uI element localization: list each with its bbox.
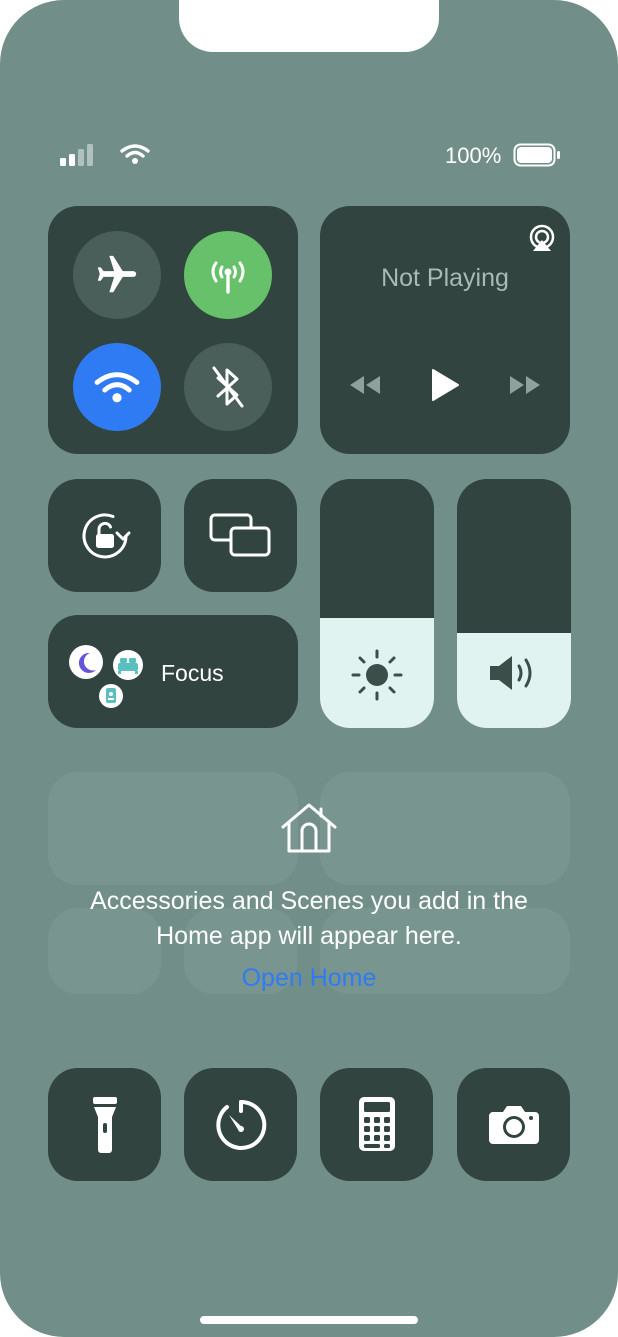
focus-modes-icon — [69, 645, 143, 708]
orientation-lock-icon — [82, 513, 131, 559]
orientation-lock-button[interactable] — [48, 479, 161, 592]
battery-percent: 100% — [445, 143, 502, 168]
cellular-signal-icon — [60, 144, 93, 166]
cellular-icon — [211, 261, 245, 294]
focus-button[interactable]: Focus — [48, 615, 298, 728]
home-placeholder-tile — [48, 772, 298, 885]
flashlight-button[interactable] — [48, 1068, 161, 1181]
fast-forward-icon[interactable] — [508, 374, 542, 396]
connectivity-module — [48, 206, 298, 454]
screen-mirroring-icon — [209, 513, 271, 557]
airplane-icon — [97, 255, 137, 293]
badge-icon — [106, 688, 116, 703]
cellular-data-button[interactable] — [184, 231, 272, 319]
notch — [179, 0, 439, 52]
wifi-status-icon — [120, 144, 150, 164]
screen-mirroring-button[interactable] — [184, 479, 297, 592]
camera-button[interactable] — [457, 1068, 570, 1181]
bluetooth-icon — [212, 366, 244, 408]
airplane-mode-button[interactable] — [73, 231, 161, 319]
now-playing-title: Not Playing — [381, 264, 509, 292]
open-home-link[interactable]: Open Home — [0, 964, 618, 993]
play-icon[interactable] — [430, 368, 460, 402]
rewind-icon[interactable] — [348, 374, 382, 396]
volume-icon — [490, 656, 532, 690]
timer-icon — [216, 1099, 267, 1150]
wifi-icon — [94, 372, 140, 403]
bluetooth-button[interactable] — [184, 343, 272, 431]
home-icon — [281, 803, 337, 853]
home-message-line-1: Accessories and Scenes you add in the — [90, 887, 528, 915]
home-message: Accessories and Scenes you add in the Ho… — [20, 884, 598, 954]
calculator-button[interactable] — [320, 1068, 433, 1181]
brightness-icon — [351, 649, 403, 701]
timer-button[interactable] — [184, 1068, 297, 1181]
flashlight-icon — [93, 1097, 117, 1153]
camera-icon — [489, 1106, 539, 1144]
home-message-line-2: Home app will appear here. — [156, 922, 462, 950]
volume-slider[interactable] — [457, 479, 571, 728]
control-center: 100% Not Playing Focus Accessories and S… — [0, 0, 618, 1337]
focus-label: Focus — [161, 660, 224, 686]
calculator-icon — [359, 1097, 395, 1151]
brightness-slider[interactable] — [320, 479, 434, 728]
media-module: Not Playing — [320, 206, 570, 454]
battery-icon — [513, 143, 560, 167]
home-indicator[interactable] — [200, 1316, 418, 1324]
home-placeholder-tile — [320, 772, 570, 885]
wifi-button[interactable] — [73, 343, 161, 431]
airplay-icon[interactable] — [528, 224, 556, 252]
